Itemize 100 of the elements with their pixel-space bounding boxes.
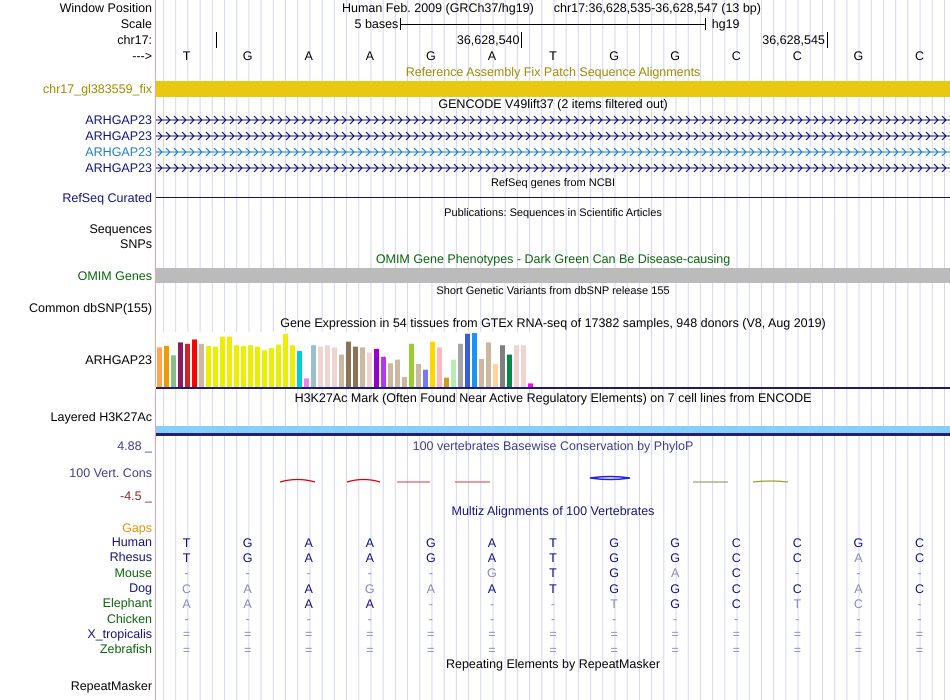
base-letter: = bbox=[914, 642, 924, 657]
track-label[interactable]: Zebrafish bbox=[100, 642, 152, 658]
track-label[interactable]: ARHGAP23 bbox=[85, 160, 152, 176]
base-letter: A bbox=[242, 596, 253, 611]
base-letter: = bbox=[548, 627, 558, 642]
base-letter: G bbox=[669, 550, 682, 565]
base-letter: = bbox=[854, 627, 864, 642]
track-label[interactable]: Chicken bbox=[106, 612, 152, 627]
track-label[interactable]: ARHGAP23 bbox=[85, 352, 152, 368]
base-letter: = bbox=[182, 642, 192, 657]
base-letter: - bbox=[306, 566, 312, 580]
base-letter: = bbox=[487, 642, 497, 657]
base-letter: - bbox=[366, 566, 373, 580]
track-label[interactable]: Sequences bbox=[89, 221, 152, 237]
track-label[interactable]: 4.88 _ bbox=[117, 438, 152, 454]
base-letter: C bbox=[730, 566, 742, 580]
base-letter: C bbox=[730, 582, 742, 596]
coordinate-tick: 36,628,545 bbox=[584, 32, 828, 48]
track-label[interactable]: chr17: bbox=[117, 32, 152, 48]
base-letter: T bbox=[182, 49, 192, 63]
base-letter: C bbox=[730, 536, 742, 550]
track-label[interactable]: Rhesus bbox=[110, 550, 152, 566]
track-label[interactable]: RefSeq Curated bbox=[62, 190, 152, 206]
base-letter: C bbox=[730, 49, 742, 63]
scale-text: 5 bases bbox=[354, 17, 400, 31]
base-letter: A bbox=[486, 536, 498, 550]
base-letter: A bbox=[304, 536, 314, 550]
base-letter: T bbox=[548, 536, 558, 550]
track-label[interactable]: OMIM Genes bbox=[78, 268, 152, 284]
base-letter: - bbox=[428, 566, 434, 580]
base-letter: C bbox=[792, 49, 803, 63]
track-label[interactable]: Window Position bbox=[60, 0, 152, 16]
base-letter: = bbox=[242, 642, 252, 657]
base-letter: - bbox=[916, 612, 923, 626]
base-letter: = bbox=[732, 627, 741, 642]
base-letter: - bbox=[794, 566, 800, 580]
base-letter: G bbox=[669, 582, 682, 596]
base-letter: = bbox=[670, 642, 680, 657]
base-letter: = bbox=[182, 627, 192, 642]
track-label[interactable]: Elephant bbox=[102, 596, 152, 612]
position-range: chr17:36,628,535-36,628,547 (13 bp) bbox=[554, 1, 761, 15]
track-label[interactable]: ARHGAP23 bbox=[85, 144, 152, 160]
base-letter: C bbox=[792, 550, 803, 565]
coordinate-tick: 36,628,540 bbox=[278, 32, 522, 48]
base-letter: - bbox=[488, 612, 495, 626]
base-letter: C bbox=[730, 550, 742, 565]
base-letter: C bbox=[914, 550, 925, 565]
base-letter: G bbox=[669, 596, 682, 611]
base-letter: = bbox=[304, 627, 314, 642]
base-letter: A bbox=[670, 566, 680, 580]
track-label[interactable]: 100 Vert. Cons bbox=[69, 464, 152, 480]
base-letter: = bbox=[365, 642, 374, 657]
base-letter: G bbox=[852, 536, 864, 550]
base-letter: = bbox=[792, 627, 802, 642]
track-title: H3K27Ac Mark (Often Found Near Active Regulatory Elements) on 7 cell lines from ENCODE bbox=[294, 391, 812, 406]
base-letter: = bbox=[792, 642, 802, 657]
base-letter: = bbox=[304, 642, 314, 657]
base-letter: A bbox=[486, 582, 498, 596]
base-letter: = bbox=[854, 642, 864, 657]
track-label[interactable]: SNPs bbox=[120, 236, 152, 252]
base-letter: A bbox=[853, 550, 864, 565]
base-letter: - bbox=[428, 596, 434, 611]
base-letter: - bbox=[428, 612, 434, 626]
base-letter: - bbox=[672, 612, 678, 626]
track-label[interactable]: Layered H3K27Ac bbox=[50, 408, 152, 424]
base-letter: T bbox=[792, 596, 802, 611]
track-label[interactable]: Scale bbox=[120, 16, 152, 32]
base-letter: - bbox=[733, 612, 740, 626]
base-letter: A bbox=[853, 582, 864, 596]
base-letter: = bbox=[242, 627, 252, 642]
base-letter: = bbox=[670, 627, 680, 642]
base-letter: G bbox=[486, 566, 498, 580]
base-letter: G bbox=[669, 536, 682, 550]
base-letter: - bbox=[550, 596, 556, 611]
track-title: RefSeq genes from NCBI bbox=[490, 176, 616, 190]
track-label[interactable]: Dog bbox=[129, 581, 152, 596]
track-label[interactable]: -4.5 _ bbox=[120, 488, 152, 504]
track-label[interactable]: ARHGAP23 bbox=[85, 128, 152, 144]
base-letter: = bbox=[365, 627, 374, 642]
assembly-label: hg19 bbox=[710, 17, 740, 31]
track-label[interactable]: Common dbSNP(155) bbox=[29, 300, 152, 316]
base-letter: = bbox=[426, 642, 436, 657]
base-letter: - bbox=[244, 612, 251, 626]
base-letter: A bbox=[486, 550, 498, 565]
base-letter: - bbox=[794, 612, 800, 626]
base-letter: - bbox=[183, 612, 190, 626]
track-label[interactable]: Mouse bbox=[114, 566, 152, 581]
track-label[interactable]: X_tropicalis bbox=[87, 626, 152, 642]
base-letter: G bbox=[242, 49, 254, 63]
base-letter: C bbox=[914, 536, 925, 550]
base-letter: C bbox=[730, 596, 742, 611]
track-label[interactable]: Human bbox=[112, 535, 152, 550]
base-letter: C bbox=[914, 582, 925, 596]
track-label[interactable]: ---> bbox=[132, 48, 152, 64]
base-letter: - bbox=[916, 596, 923, 611]
track-label[interactable]: RepeatMasker bbox=[70, 678, 152, 694]
base-letter: = bbox=[548, 642, 558, 657]
base-letter: - bbox=[183, 566, 190, 580]
assembly-name: Human Feb. 2009 (GRCh37/hg19) bbox=[342, 1, 534, 15]
track-label[interactable]: ARHGAP23 bbox=[85, 112, 152, 128]
